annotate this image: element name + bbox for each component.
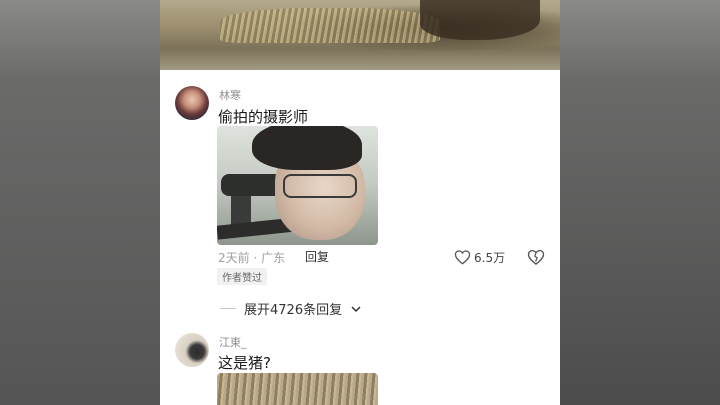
heart-outline-icon xyxy=(454,250,471,265)
comment-image[interactable] xyxy=(217,126,378,245)
video-thumbnail-top[interactable] xyxy=(160,0,560,70)
divider-line xyxy=(220,308,236,309)
expand-replies-label: 展开4726条回复 xyxy=(244,303,343,318)
comment-image[interactable] xyxy=(217,373,378,405)
comment-text: 这是猪? xyxy=(218,354,271,372)
author-liked-badge: 作者赞过 xyxy=(217,268,267,285)
reply-button[interactable]: 回复 xyxy=(305,248,329,265)
comment-username[interactable]: 林寒 xyxy=(219,87,241,103)
animal-image-detail xyxy=(420,0,540,40)
comment-time-location: 2天前 · 广东 xyxy=(218,251,286,265)
grass-image-detail xyxy=(220,8,440,43)
broken-heart-icon[interactable] xyxy=(527,248,545,266)
chevron-down-icon xyxy=(351,305,361,312)
avatar[interactable] xyxy=(175,86,209,120)
blurred-background-right xyxy=(560,0,720,405)
video-frame: 林寒 偷拍的摄影师 2天前 · 广东 回复 6.5万 作者赞过 展开4726条回… xyxy=(0,0,720,405)
avatar[interactable] xyxy=(175,333,209,367)
glasses-detail xyxy=(283,174,357,198)
blurred-background-left xyxy=(0,0,160,405)
expand-replies-button[interactable]: 展开4726条回复 xyxy=(220,299,362,318)
hair-detail xyxy=(252,126,362,170)
phone-screen: 林寒 偷拍的摄影师 2天前 · 广东 回复 6.5万 作者赞过 展开4726条回… xyxy=(160,0,560,405)
like-button[interactable]: 6.5万 xyxy=(454,248,505,266)
like-count: 6.5万 xyxy=(474,250,506,265)
comment-text: 偷拍的摄影师 xyxy=(218,108,309,126)
comment-username[interactable]: 江東_ xyxy=(219,334,247,350)
